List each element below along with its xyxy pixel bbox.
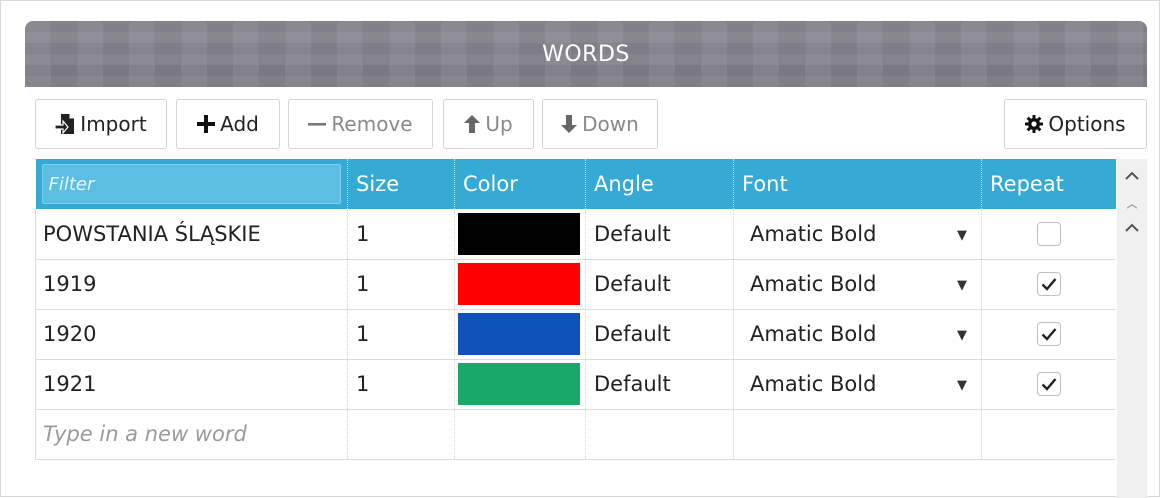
color-cell[interactable] (454, 259, 586, 310)
column-header-angle[interactable]: Angle (585, 159, 734, 209)
font-value: Amatic Bold (750, 322, 877, 346)
caret-down-icon[interactable]: ▼ (957, 328, 967, 343)
word-cell[interactable]: POWSTANIA ŚLĄSKIE (35, 209, 348, 260)
color-cell[interactable] (454, 359, 586, 410)
vertical-scrollbar[interactable] (1117, 159, 1147, 498)
column-header-size[interactable]: Size (347, 159, 455, 209)
font-value: Amatic Bold (750, 372, 877, 396)
scroll-page-up-icon[interactable] (1117, 217, 1147, 239)
gear-icon (1025, 115, 1044, 133)
angle-cell[interactable]: Default (585, 359, 734, 410)
size-cell[interactable]: 1 (347, 309, 455, 360)
empty-cell (733, 409, 982, 460)
scroll-up-icon[interactable] (1117, 165, 1147, 187)
repeat-cell (981, 359, 1116, 410)
font-cell[interactable]: Amatic Bold ▼ (733, 359, 982, 410)
checkmark-icon (1041, 328, 1057, 341)
table-row[interactable]: 1920 1 Default Amatic Bold ▼ (35, 309, 1116, 360)
scroll-thumb[interactable] (1117, 199, 1147, 213)
repeat-cell (981, 209, 1116, 260)
down-label: Down (582, 112, 639, 136)
options-label: Options (1048, 112, 1126, 136)
empty-cell (454, 409, 586, 460)
color-cell[interactable] (454, 209, 586, 260)
repeat-cell (981, 309, 1116, 360)
font-value: Amatic Bold (750, 272, 877, 296)
column-header-font[interactable]: Font (733, 159, 982, 209)
repeat-cell (981, 259, 1116, 310)
checkmark-icon (1041, 378, 1057, 391)
angle-cell[interactable]: Default (585, 309, 734, 360)
font-cell[interactable]: Amatic Bold ▼ (733, 259, 982, 310)
checkmark-icon (1041, 278, 1057, 291)
minus-icon (308, 115, 327, 133)
toolbar: Import Add Remove Up Down Options (35, 99, 1147, 151)
size-cell[interactable]: 1 (347, 359, 455, 410)
plus-icon (197, 115, 216, 133)
panel-header: WORDS (25, 21, 1147, 87)
arrow-up-icon (464, 115, 481, 133)
header-row: Size Color Angle Font Repeat (35, 159, 1116, 209)
repeat-checkbox[interactable] (1036, 272, 1061, 296)
add-label: Add (220, 112, 259, 136)
word-cell[interactable]: 1921 (35, 359, 348, 410)
size-cell[interactable]: 1 (347, 209, 455, 260)
table-row[interactable]: 1919 1 Default Amatic Bold ▼ (35, 259, 1116, 310)
remove-button[interactable]: Remove (288, 99, 433, 149)
filter-input[interactable] (41, 164, 341, 204)
empty-cell (585, 409, 734, 460)
new-word-input[interactable]: Type in a new word (35, 409, 348, 460)
repeat-checkbox[interactable] (1036, 322, 1061, 346)
arrow-down-icon (561, 115, 578, 133)
caret-down-icon[interactable]: ▼ (957, 278, 967, 293)
size-cell[interactable]: 1 (347, 259, 455, 310)
empty-cell (981, 409, 1116, 460)
color-swatch[interactable] (458, 263, 580, 305)
caret-down-icon[interactable]: ▼ (957, 228, 967, 243)
empty-cell (347, 409, 455, 460)
font-cell[interactable]: Amatic Bold ▼ (733, 309, 982, 360)
new-word-row[interactable]: Type in a new word (35, 409, 1116, 460)
add-button[interactable]: Add (176, 99, 280, 149)
up-label: Up (485, 112, 513, 136)
remove-label: Remove (331, 112, 413, 136)
font-value: Amatic Bold (750, 221, 877, 246)
color-swatch[interactable] (458, 313, 580, 355)
color-cell[interactable] (454, 309, 586, 360)
word-cell[interactable]: 1919 (35, 259, 348, 310)
import-button[interactable]: Import (35, 99, 167, 149)
repeat-checkbox[interactable] (1036, 372, 1061, 396)
color-swatch[interactable] (458, 363, 580, 405)
import-label: Import (80, 112, 147, 136)
column-header-repeat[interactable]: Repeat (981, 159, 1116, 209)
filter-cell (35, 159, 348, 209)
angle-cell[interactable]: Default (585, 209, 734, 260)
panel-title: WORDS (542, 41, 630, 67)
repeat-checkbox[interactable] (1036, 221, 1061, 246)
table-row[interactable]: POWSTANIA ŚLĄSKIE 1 Default Amatic Bold ▼ (35, 209, 1116, 260)
column-header-color[interactable]: Color (454, 159, 586, 209)
words-panel: WORDS Import Add Remove Up Down Options … (0, 0, 1160, 498)
font-cell[interactable]: Amatic Bold ▼ (733, 209, 982, 260)
options-button[interactable]: Options (1004, 99, 1147, 149)
angle-cell[interactable]: Default (585, 259, 734, 310)
up-button[interactable]: Up (443, 99, 534, 149)
down-button[interactable]: Down (542, 99, 658, 149)
words-grid: Size Color Angle Font Repeat POWSTANIA Ś… (35, 159, 1147, 498)
word-cell[interactable]: 1920 (35, 309, 348, 360)
import-icon (55, 113, 75, 135)
table-row[interactable]: 1921 1 Default Amatic Bold ▼ (35, 359, 1116, 410)
caret-down-icon[interactable]: ▼ (957, 378, 967, 393)
color-swatch[interactable] (458, 212, 580, 255)
words-table: Size Color Angle Font Repeat POWSTANIA Ś… (35, 159, 1116, 460)
